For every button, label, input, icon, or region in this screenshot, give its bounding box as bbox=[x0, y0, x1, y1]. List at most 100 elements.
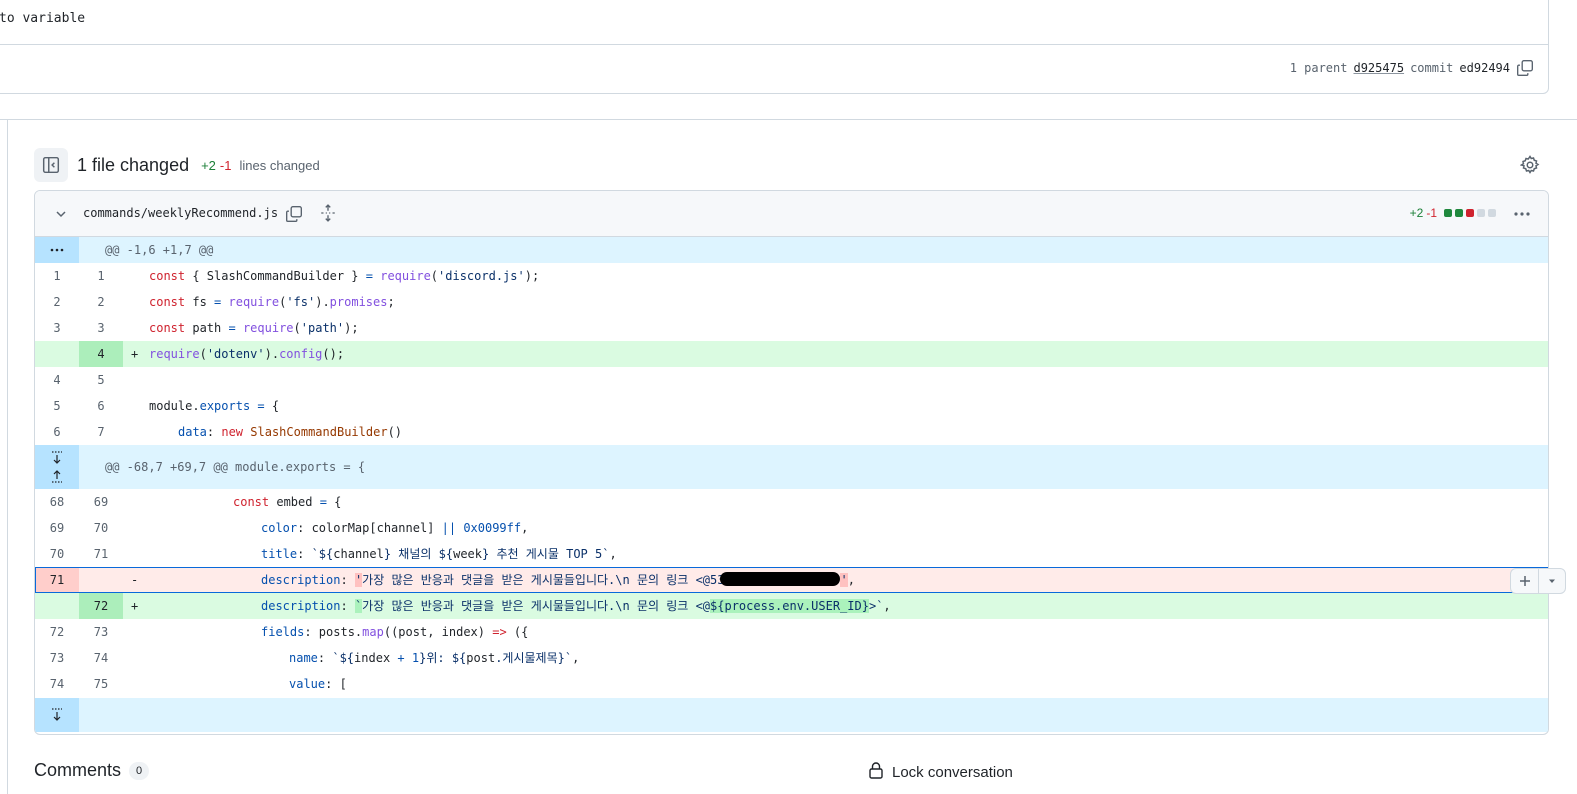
old-line-number[interactable]: 1 bbox=[35, 263, 79, 289]
code-line: value: [ bbox=[289, 677, 347, 691]
diff-line: 72 73 fields: posts.map((post, index) =>… bbox=[35, 619, 1548, 645]
old-line-number[interactable]: 6 bbox=[35, 419, 79, 445]
parent-label: 1 parent bbox=[1289, 61, 1348, 75]
new-line-number[interactable]: 69 bbox=[79, 489, 123, 515]
code-line: const embed = { bbox=[233, 495, 342, 509]
new-line-number[interactable]: 75 bbox=[79, 671, 123, 697]
expand-all-icon[interactable] bbox=[35, 237, 79, 263]
commit-divider bbox=[0, 44, 1548, 45]
old-line-number[interactable] bbox=[35, 341, 79, 367]
diff-line: 5 6 module.exports = { bbox=[35, 393, 1548, 419]
new-line-number[interactable]: 74 bbox=[79, 645, 123, 671]
hunk-header: @@ -1,6 +1,7 @@ bbox=[35, 237, 1548, 263]
expand-up-down-icon[interactable] bbox=[35, 445, 79, 489]
hunk-header-text: @@ -68,7 +69,7 @@ module.exports = { bbox=[105, 460, 366, 474]
files-changed-header: 1 file changed +2 -1 lines changed bbox=[34, 147, 320, 183]
old-line-number[interactable]: 4 bbox=[35, 367, 79, 393]
old-line-number[interactable]: 5 bbox=[35, 393, 79, 419]
new-line-number[interactable]: 7 bbox=[79, 419, 123, 445]
gear-icon[interactable] bbox=[1519, 155, 1540, 175]
diff-line: 70 71 title: `${channel} 채널의 ${week} 추천 … bbox=[35, 541, 1548, 567]
old-line-number[interactable]: 3 bbox=[35, 315, 79, 341]
commit-meta: 1 parent d925475 commit ed92494 bbox=[1290, 59, 1534, 77]
code-line: const { SlashCommandBuilder } = require(… bbox=[149, 269, 540, 283]
new-line-number[interactable]: 71 bbox=[79, 541, 123, 567]
lock-conversation-button[interactable]: Lock conversation bbox=[868, 761, 1013, 783]
code-line: const fs = require('fs').promises; bbox=[149, 295, 395, 309]
code-line: fields: posts.map((post, index) => ({ bbox=[261, 625, 529, 639]
expand-down-icon[interactable] bbox=[35, 698, 79, 732]
old-line-number[interactable] bbox=[35, 593, 79, 619]
diffstat-add-square bbox=[1455, 209, 1463, 217]
commit-header: to variable 1 parent d925475 commit ed92… bbox=[0, 0, 1549, 94]
diffstat-del-square bbox=[1466, 209, 1474, 217]
old-line-number[interactable]: 73 bbox=[35, 645, 79, 671]
new-line-number[interactable]: 73 bbox=[79, 619, 123, 645]
additions-count: +2 bbox=[201, 157, 216, 173]
new-line-number[interactable]: 70 bbox=[79, 515, 123, 541]
left-rail bbox=[7, 120, 8, 794]
old-line-number[interactable]: 70 bbox=[35, 541, 79, 567]
code-line: require('dotenv').config(); bbox=[149, 347, 345, 361]
sidebar-collapse-icon[interactable] bbox=[34, 148, 68, 182]
commit-message: to variable bbox=[0, 11, 86, 26]
diff-sign: + bbox=[131, 599, 139, 613]
diff-line: 74 75 value: [ bbox=[35, 671, 1548, 697]
move-icon[interactable] bbox=[319, 204, 337, 227]
old-line-number[interactable]: 74 bbox=[35, 671, 79, 697]
comments-count-badge: 0 bbox=[129, 761, 150, 780]
code-line: description: '가장 많은 반응과 댓글을 받은 게시물들입니다.\… bbox=[261, 572, 855, 587]
diff-line-added: 4 + require('dotenv').config(); bbox=[35, 341, 1548, 367]
diff-line: 4 5 bbox=[35, 367, 1548, 393]
diff-sign: + bbox=[131, 347, 139, 361]
new-line-number[interactable]: 4 bbox=[79, 341, 123, 367]
old-line-number[interactable]: 72 bbox=[35, 619, 79, 645]
plus-icon[interactable] bbox=[1511, 569, 1538, 593]
deletions-count: -1 bbox=[219, 157, 232, 173]
kebab-horizontal-icon[interactable] bbox=[1512, 205, 1532, 228]
section-divider bbox=[0, 119, 1577, 120]
diff-line: 2 2 const fs = require('fs').promises; bbox=[35, 289, 1548, 315]
new-line-number[interactable]: 2 bbox=[79, 289, 123, 315]
files-changed-title: 1 file changed bbox=[77, 154, 190, 175]
diff-line: 3 3 const path = require('path'); bbox=[35, 315, 1548, 341]
code-line: data: new SlashCommandBuilder() bbox=[178, 425, 403, 439]
lock-icon bbox=[868, 761, 884, 783]
diff-line: 1 1 const { SlashCommandBuilder } = requ… bbox=[35, 263, 1548, 289]
code-line: const path = require('path'); bbox=[149, 321, 359, 335]
redacted-id bbox=[720, 572, 841, 586]
comments-header: Comments 0 bbox=[34, 760, 150, 781]
new-line-number[interactable]: 6 bbox=[79, 393, 123, 419]
commit-label: commit bbox=[1410, 61, 1454, 75]
diff-line: 68 69 const embed = { bbox=[35, 489, 1548, 515]
copy-icon[interactable] bbox=[285, 205, 303, 228]
code-line: module.exports = { bbox=[149, 399, 280, 413]
diffstat-neutral-square bbox=[1488, 209, 1496, 217]
diff-line-deleted[interactable]: 71 - description: '가장 많은 반응과 댓글을 받은 게시물들… bbox=[35, 567, 1548, 593]
old-line-number[interactable]: 2 bbox=[35, 289, 79, 315]
new-line-number[interactable]: 1 bbox=[79, 263, 123, 289]
parent-sha-link[interactable]: d925475 bbox=[1353, 61, 1404, 75]
new-line-number[interactable]: 5 bbox=[79, 367, 123, 393]
code-line: title: `${channel} 채널의 ${week} 추천 게시물 TO… bbox=[261, 547, 617, 561]
comments-title: Comments bbox=[34, 760, 122, 780]
code-line: color: colorMap[channel] || 0x0099ff, bbox=[261, 521, 529, 535]
hunk-header: @@ -68,7 +69,7 @@ module.exports = { bbox=[35, 445, 1548, 489]
new-line-number[interactable]: 3 bbox=[79, 315, 123, 341]
hunk-footer bbox=[35, 698, 1548, 732]
commit-sha: ed92494 bbox=[1459, 61, 1510, 75]
chevron-down-icon[interactable] bbox=[53, 206, 69, 222]
old-line-number[interactable]: 68 bbox=[35, 489, 79, 515]
file-name[interactable]: commands/weeklyRecommend.js bbox=[83, 206, 278, 220]
new-line-number[interactable]: 72 bbox=[79, 593, 123, 619]
new-line-number[interactable] bbox=[79, 567, 123, 593]
copy-icon[interactable] bbox=[1516, 59, 1534, 77]
diff-rows: @@ -1,6 +1,7 @@ 1 1 const { SlashCommand… bbox=[35, 237, 1548, 732]
code-line: description: `가장 많은 반응과 댓글을 받은 게시물들입니다.\… bbox=[261, 599, 891, 613]
file-additions: +2 bbox=[1409, 206, 1424, 220]
old-line-number[interactable]: 71 bbox=[35, 567, 79, 593]
chevron-down-icon[interactable] bbox=[1538, 569, 1565, 593]
diffstat-neutral-square bbox=[1477, 209, 1485, 217]
old-line-number[interactable]: 69 bbox=[35, 515, 79, 541]
